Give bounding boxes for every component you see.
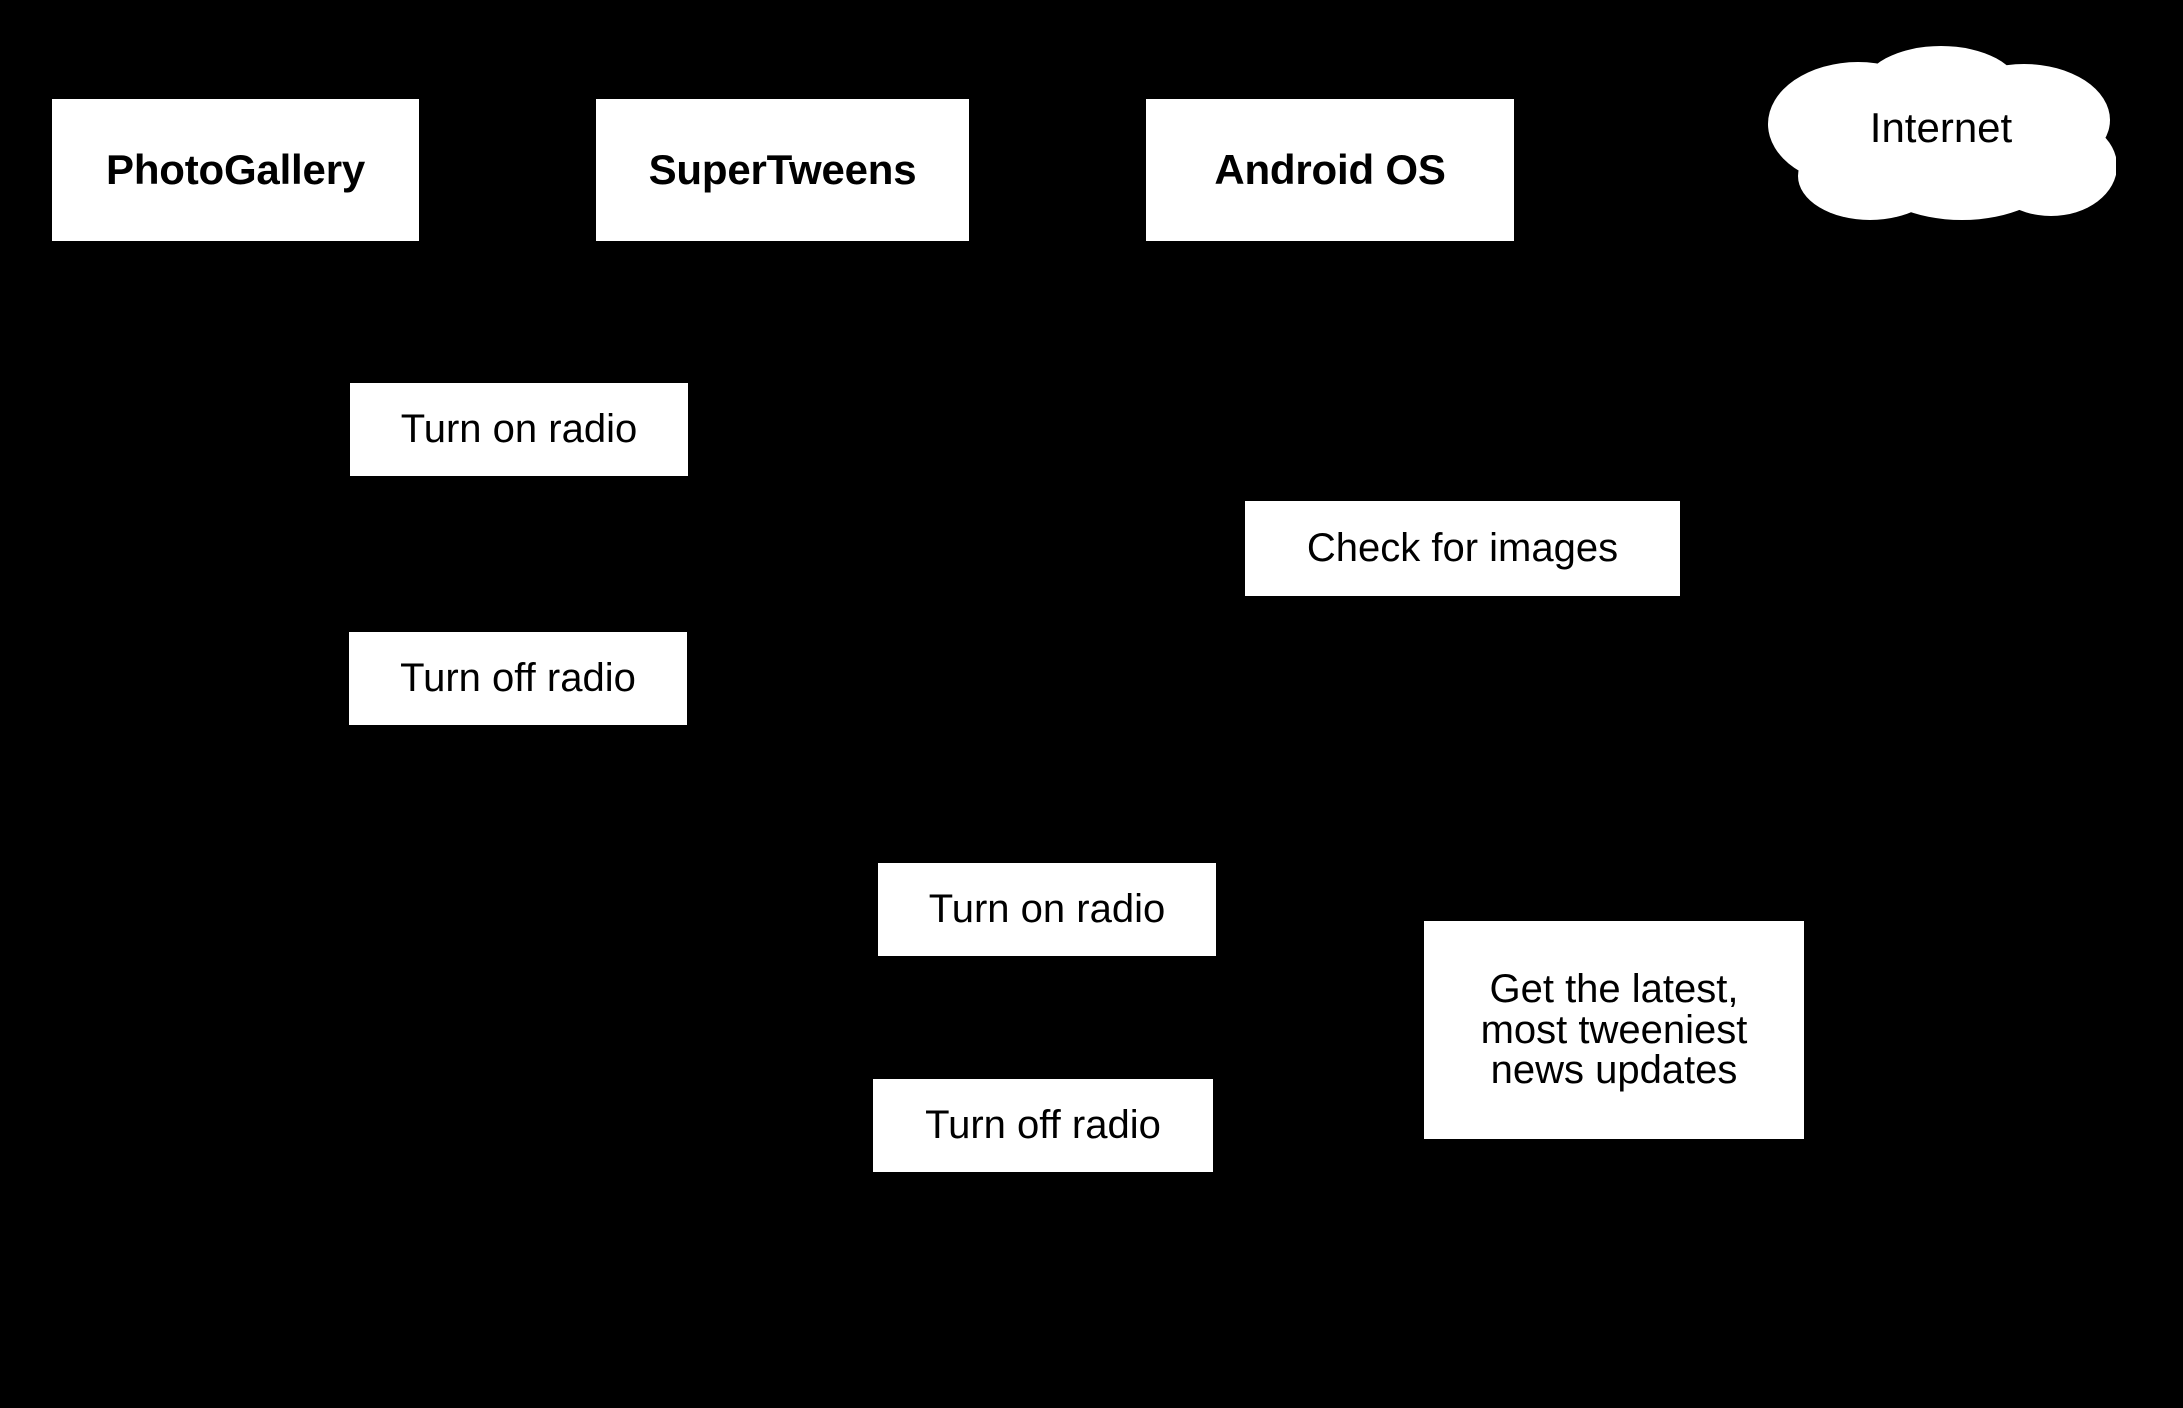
activation-photogallery xyxy=(224,400,246,700)
message-label-turn-off-radio-photogallery[interactable]: Turn off radio xyxy=(349,632,687,725)
activation-androidos-2 xyxy=(1319,900,1341,1180)
message-arrowhead-m1 xyxy=(1312,419,1330,439)
lifeline-supertweens xyxy=(781,242,783,1408)
message-label-text-m3: Turn off radio xyxy=(400,655,636,700)
participant-label-photogallery: PhotoGallery xyxy=(106,146,365,193)
message-label-turn-off-radio-supertweens[interactable]: Turn off radio xyxy=(873,1079,1213,1172)
message-label-check-for-images[interactable]: Check for images xyxy=(1245,501,1680,596)
participant-internet-cloud[interactable]: Internet xyxy=(1766,36,2116,220)
participant-supertweens[interactable]: SuperTweens xyxy=(595,98,970,242)
activation-supertweens xyxy=(771,880,793,1180)
message-arrowhead-m4 xyxy=(1312,899,1330,919)
message-label-text-m6: Turn off radio xyxy=(925,1102,1161,1147)
message-label-text-m4: Turn on radio xyxy=(928,886,1166,931)
message-label-turn-on-radio-photogallery[interactable]: Turn on radio xyxy=(350,383,688,476)
message-arrowhead-m3 xyxy=(1312,668,1330,688)
message-label-get-latest-news[interactable]: Get the latest, most tweeniest news upda… xyxy=(1424,921,1804,1139)
participant-androidos[interactable]: Android OS xyxy=(1145,98,1515,242)
message-arrowhead-m2 xyxy=(1922,538,1940,558)
sequence-diagram-canvas: PhotoGallery SuperTweens Android OS Inte… xyxy=(0,0,2183,1408)
message-arrowhead-m5 xyxy=(1922,1020,1940,1040)
message-label-turn-on-radio-supertweens[interactable]: Turn on radio xyxy=(878,863,1216,956)
participant-label-supertweens: SuperTweens xyxy=(648,146,917,193)
lifeline-internet xyxy=(1939,218,1941,1408)
message-label-text-m1: Turn on radio xyxy=(400,406,638,451)
lifeline-androidos xyxy=(1329,242,1331,1408)
message-arrowhead-m6 xyxy=(1312,1115,1330,1135)
message-label-text-m5: Get the latest, most tweeniest news upda… xyxy=(1480,966,1748,1093)
participant-label-androidos: Android OS xyxy=(1214,146,1446,193)
participant-photogallery[interactable]: PhotoGallery xyxy=(51,98,420,242)
cloud-shape-icon xyxy=(1768,46,2116,220)
message-label-text-m2: Check for images xyxy=(1306,525,1619,570)
